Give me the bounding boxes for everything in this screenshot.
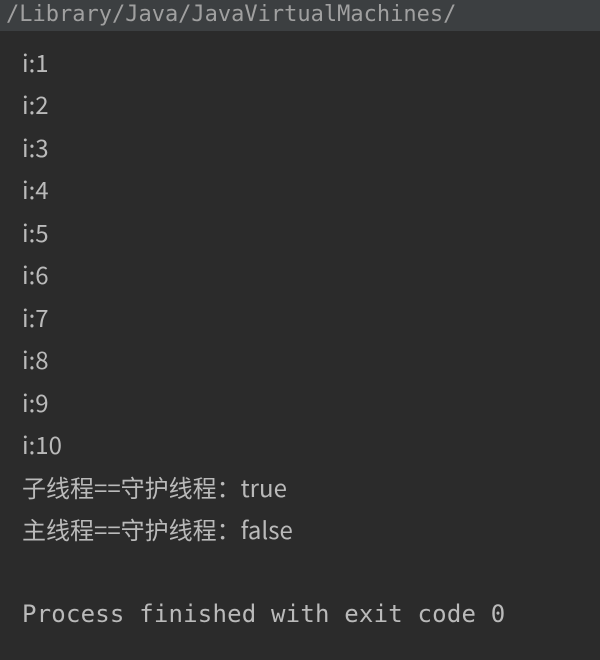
- output-line: i:7: [22, 296, 578, 338]
- output-line: i:10: [22, 423, 578, 465]
- process-exit-message: Process finished with exit code 0: [22, 593, 578, 635]
- blank-line: [22, 551, 578, 593]
- command-path-text: /Library/Java/JavaVirtualMachines/: [6, 2, 456, 27]
- output-line: i:9: [22, 381, 578, 423]
- output-line: 子线程==守护线程：true: [22, 466, 578, 508]
- output-line: i:6: [22, 253, 578, 295]
- output-line: 主线程==守护线程：false: [22, 508, 578, 550]
- output-line: i:4: [22, 168, 578, 210]
- output-line: i:8: [22, 338, 578, 380]
- output-line: i:3: [22, 126, 578, 168]
- console-output-area: i:1 i:2 i:3 i:4 i:5 i:6 i:7 i:8 i:9 i:10…: [0, 31, 600, 635]
- command-path-header: /Library/Java/JavaVirtualMachines/: [0, 0, 600, 31]
- output-line: i:1: [22, 41, 578, 83]
- output-line: i:2: [22, 83, 578, 125]
- output-line: i:5: [22, 211, 578, 253]
